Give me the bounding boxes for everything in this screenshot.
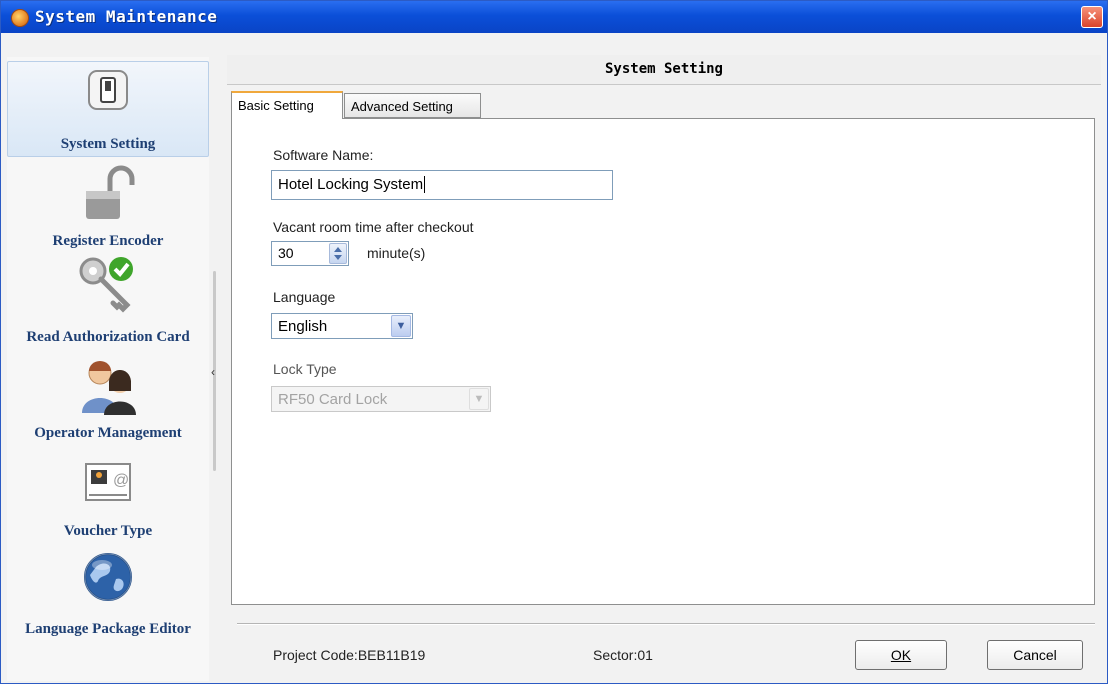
cancel-button[interactable]: Cancel	[987, 640, 1083, 670]
sidebar: System Setting Register Encoder Read Aut…	[7, 57, 209, 681]
vacant-time-unit: minute(s)	[367, 245, 426, 261]
spin-down-icon[interactable]	[334, 255, 342, 260]
lock-type-select: RF50 Card Lock ▼	[271, 386, 491, 412]
sidebar-item-label: Operator Management	[34, 425, 182, 441]
lock-type-label: Lock Type	[273, 361, 337, 377]
spin-up-icon[interactable]	[334, 247, 342, 252]
sidebar-item-system-setting[interactable]: System Setting	[7, 61, 209, 157]
ok-button-label: OK	[890, 647, 912, 663]
svg-text:@: @	[113, 472, 129, 489]
sidebar-item-label: Read Authorization Card	[26, 329, 190, 345]
sidebar-item-language-package-editor[interactable]: Language Package Editor	[7, 545, 209, 641]
collapse-arrow-icon[interactable]: ‹	[211, 365, 215, 379]
spin-buttons[interactable]	[329, 243, 347, 264]
voucher-icon: @	[85, 463, 131, 501]
title-bar[interactable]: System Maintenance ×	[1, 1, 1107, 33]
panel-header: System Setting	[227, 55, 1101, 85]
sidebar-item-label: Language Package Editor	[25, 621, 191, 637]
app-icon	[11, 9, 29, 27]
cancel-button-label: Cancel	[1013, 647, 1057, 663]
system-maintenance-window: System Maintenance × System Setting Regi…	[0, 0, 1108, 684]
key-check-icon	[79, 257, 133, 313]
close-button[interactable]: ×	[1081, 6, 1103, 28]
chevron-down-icon[interactable]: ▼	[391, 315, 411, 337]
globe-icon	[84, 553, 132, 601]
vacant-time-value: 30	[278, 245, 294, 261]
software-name-label: Software Name:	[273, 147, 374, 163]
project-code: Project Code:BEB11B19	[273, 647, 426, 663]
sidebar-item-register-encoder[interactable]: Register Encoder	[7, 161, 209, 253]
users-icon	[82, 361, 136, 415]
padlock-icon	[86, 165, 135, 219]
panel-title: System Setting	[604, 61, 723, 77]
tab-basic-setting[interactable]: Basic Setting	[231, 91, 343, 119]
sidebar-item-label: Voucher Type	[63, 523, 153, 539]
sidebar-item-read-authorization-card[interactable]: Read Authorization Card	[7, 253, 209, 349]
software-name-field[interactable]: Hotel Locking System	[271, 170, 613, 200]
footer-divider	[237, 623, 1095, 625]
sidebar-splitter[interactable]: ‹	[211, 271, 219, 471]
vacant-time-label: Vacant room time after checkout	[273, 219, 474, 235]
language-select[interactable]: English ▼	[271, 313, 413, 339]
tab-advanced-setting[interactable]: Advanced Setting	[344, 93, 481, 118]
language-value: English	[278, 318, 328, 335]
sidebar-item-voucher-type[interactable]: @ Voucher Type	[7, 449, 209, 541]
chevron-down-icon: ▼	[469, 388, 489, 410]
software-name-value: Hotel Locking System	[278, 176, 424, 193]
lock-type-value: RF50 Card Lock	[278, 391, 388, 408]
vacant-time-stepper[interactable]: 30	[271, 241, 349, 266]
window-title: System Maintenance	[35, 7, 218, 26]
sidebar-item-operator-management[interactable]: Operator Management	[7, 353, 209, 445]
switch-icon	[88, 70, 128, 110]
sidebar-item-label: System Setting	[60, 136, 156, 152]
sidebar-item-label: Register Encoder	[52, 233, 164, 249]
language-label: Language	[273, 289, 336, 305]
ok-button[interactable]: OK	[855, 640, 947, 670]
sector: Sector:01	[593, 647, 653, 663]
